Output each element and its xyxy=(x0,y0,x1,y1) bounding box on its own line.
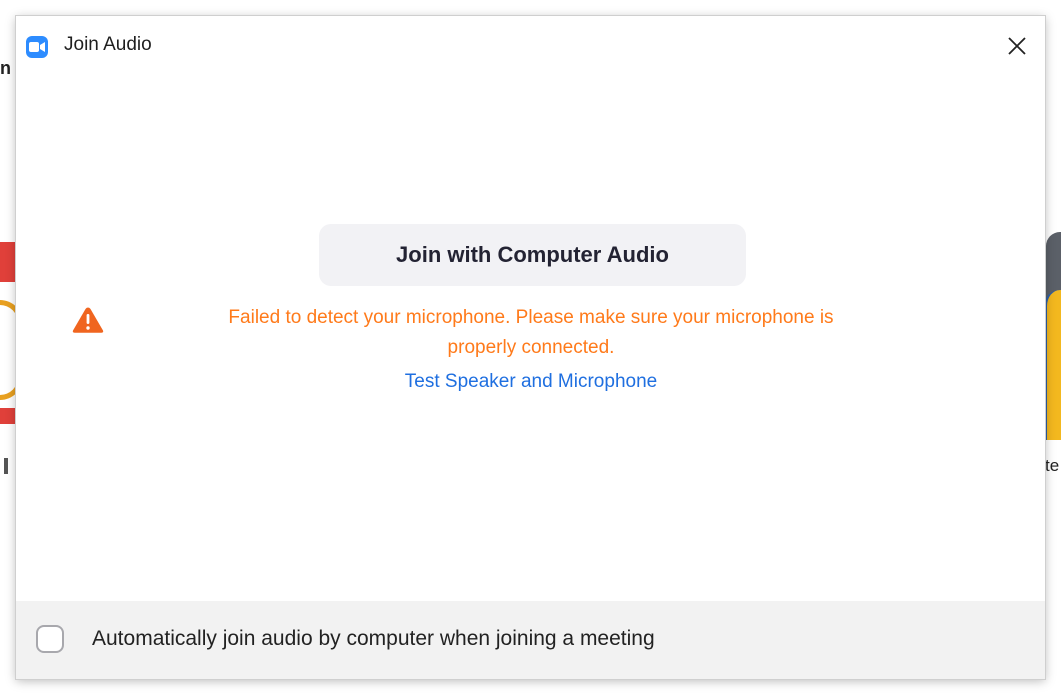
title-bar[interactable]: Join Audio xyxy=(16,16,1045,72)
close-button[interactable] xyxy=(999,30,1035,62)
background-text-fragment xyxy=(4,458,8,474)
join-audio-dialog: Join Audio Join with Computer Audio Fail… xyxy=(16,16,1045,679)
zoom-camera-icon xyxy=(26,36,48,58)
close-icon xyxy=(1008,37,1026,55)
test-speaker-microphone-link[interactable]: Test Speaker and Microphone xyxy=(316,371,746,393)
microphone-warning-text: properly connected. xyxy=(447,337,615,358)
dialog-footer: Automatically join audio by computer whe… xyxy=(16,601,1045,679)
microphone-warning-text: Failed to detect your microphone. Please… xyxy=(228,307,834,328)
background-avatar-fragment xyxy=(1044,290,1061,440)
auto-join-audio-checkbox[interactable] xyxy=(36,625,64,653)
auto-join-audio-label[interactable]: Automatically join audio by computer whe… xyxy=(92,627,655,651)
background-text-fragment: n xyxy=(0,58,10,78)
join-with-computer-audio-button[interactable]: Join with Computer Audio xyxy=(319,224,746,286)
dialog-title: Join Audio xyxy=(64,34,152,55)
background-text-fragment: te xyxy=(1045,456,1060,475)
